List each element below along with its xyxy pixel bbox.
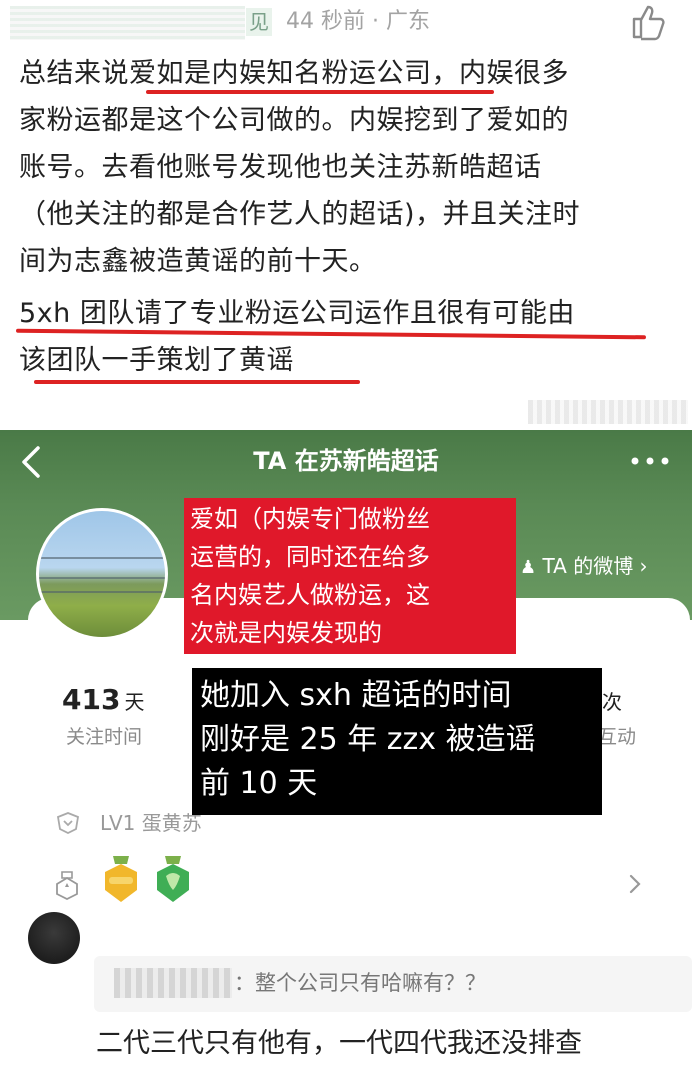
avatar-fence-line — [39, 591, 165, 593]
avatar-fence-line — [39, 557, 165, 559]
follow-days-label: 关注时间 — [66, 726, 143, 748]
blurred-username — [10, 6, 245, 40]
location-chip: 见 — [246, 8, 272, 36]
comment-time-location: 44 秒前 · 广东 — [286, 9, 430, 34]
quoted-username-blurred — [114, 968, 232, 998]
comment-line-3: 账号。去看他账号发现他也关注苏新皓超话 — [19, 152, 542, 183]
interaction-label: 互动 — [598, 726, 637, 748]
blurred-watermark — [528, 400, 688, 424]
weibo-profile-link[interactable]: ♟ TA 的微博 › — [520, 552, 648, 582]
weibo-link-label: TA 的微博 › — [542, 554, 648, 578]
red-annotation-line-1: 爱如（内娱专门做粉丝 — [190, 505, 430, 533]
level-label: LV1 蛋黄苏 — [100, 811, 202, 835]
thumbs-up-icon[interactable] — [628, 2, 668, 42]
red-annotation: 爱如（内娱专门做粉丝 运营的，同时还在给多 名内娱艺人做粉运，这 次就是内娱发现… — [184, 498, 516, 654]
black-annotation: 她加入 sxh 超话的时间 刚好是 25 年 zzx 被造谣 前 10 天 — [192, 668, 602, 815]
green-medal-icon[interactable] — [154, 856, 192, 904]
black-annotation-line-2: 刚好是 25 年 zzx 被造谣 — [200, 722, 536, 757]
chevron-right-icon[interactable] — [628, 874, 642, 894]
comment-line-4: （他关注的都是合作艺人的超话)，并且关注时 — [19, 199, 581, 230]
page-title: TA 在苏新皓超话 — [253, 447, 439, 475]
quoted-comment[interactable]: ：整个公司只有哈嘛有？？ — [94, 956, 692, 1012]
red-underline-1 — [146, 90, 494, 94]
level-shield-icon — [56, 812, 80, 834]
red-underline-3 — [34, 380, 360, 384]
quoted-text: ：整个公司只有哈嘛有？？ — [234, 971, 486, 995]
more-icon[interactable] — [630, 456, 670, 466]
reply-text: 二代三代只有他有，一代四代我还没排查 — [96, 1028, 582, 1059]
follow-days-stat: 413 天 — [62, 682, 144, 720]
interaction-unit: 次 — [602, 690, 622, 714]
follow-days-value: 413 — [62, 683, 121, 716]
black-annotation-line-3: 前 10 天 — [200, 766, 318, 801]
reply-avatar[interactable] — [28, 912, 80, 964]
red-annotation-line-3: 名内娱艺人做粉运，这 — [190, 581, 430, 609]
user-avatar[interactable] — [36, 508, 168, 640]
red-annotation-line-4: 次就是内娱发现的 — [190, 619, 382, 647]
red-annotation-line-2: 运营的，同时还在给多 — [190, 543, 430, 571]
avatar-fence-line — [39, 577, 165, 579]
comment-line-2: 家粉运都是这个公司做的。内娱挖到了爱如的 — [19, 105, 569, 136]
comment-line-7: 该团队一手策划了黄谣 — [19, 345, 294, 376]
comment-line-5: 间为志鑫被造黄谣的前十天。 — [19, 246, 377, 277]
comment-meta-row: 见 44 秒前 · 广东 — [0, 0, 692, 48]
follow-days-unit: 天 — [124, 690, 145, 714]
user-icon: ♟ — [520, 557, 537, 578]
black-annotation-line-1: 她加入 sxh 超话的时间 — [200, 678, 512, 713]
gold-medal-icon[interactable] — [102, 856, 140, 904]
badge-icon — [56, 871, 78, 900]
